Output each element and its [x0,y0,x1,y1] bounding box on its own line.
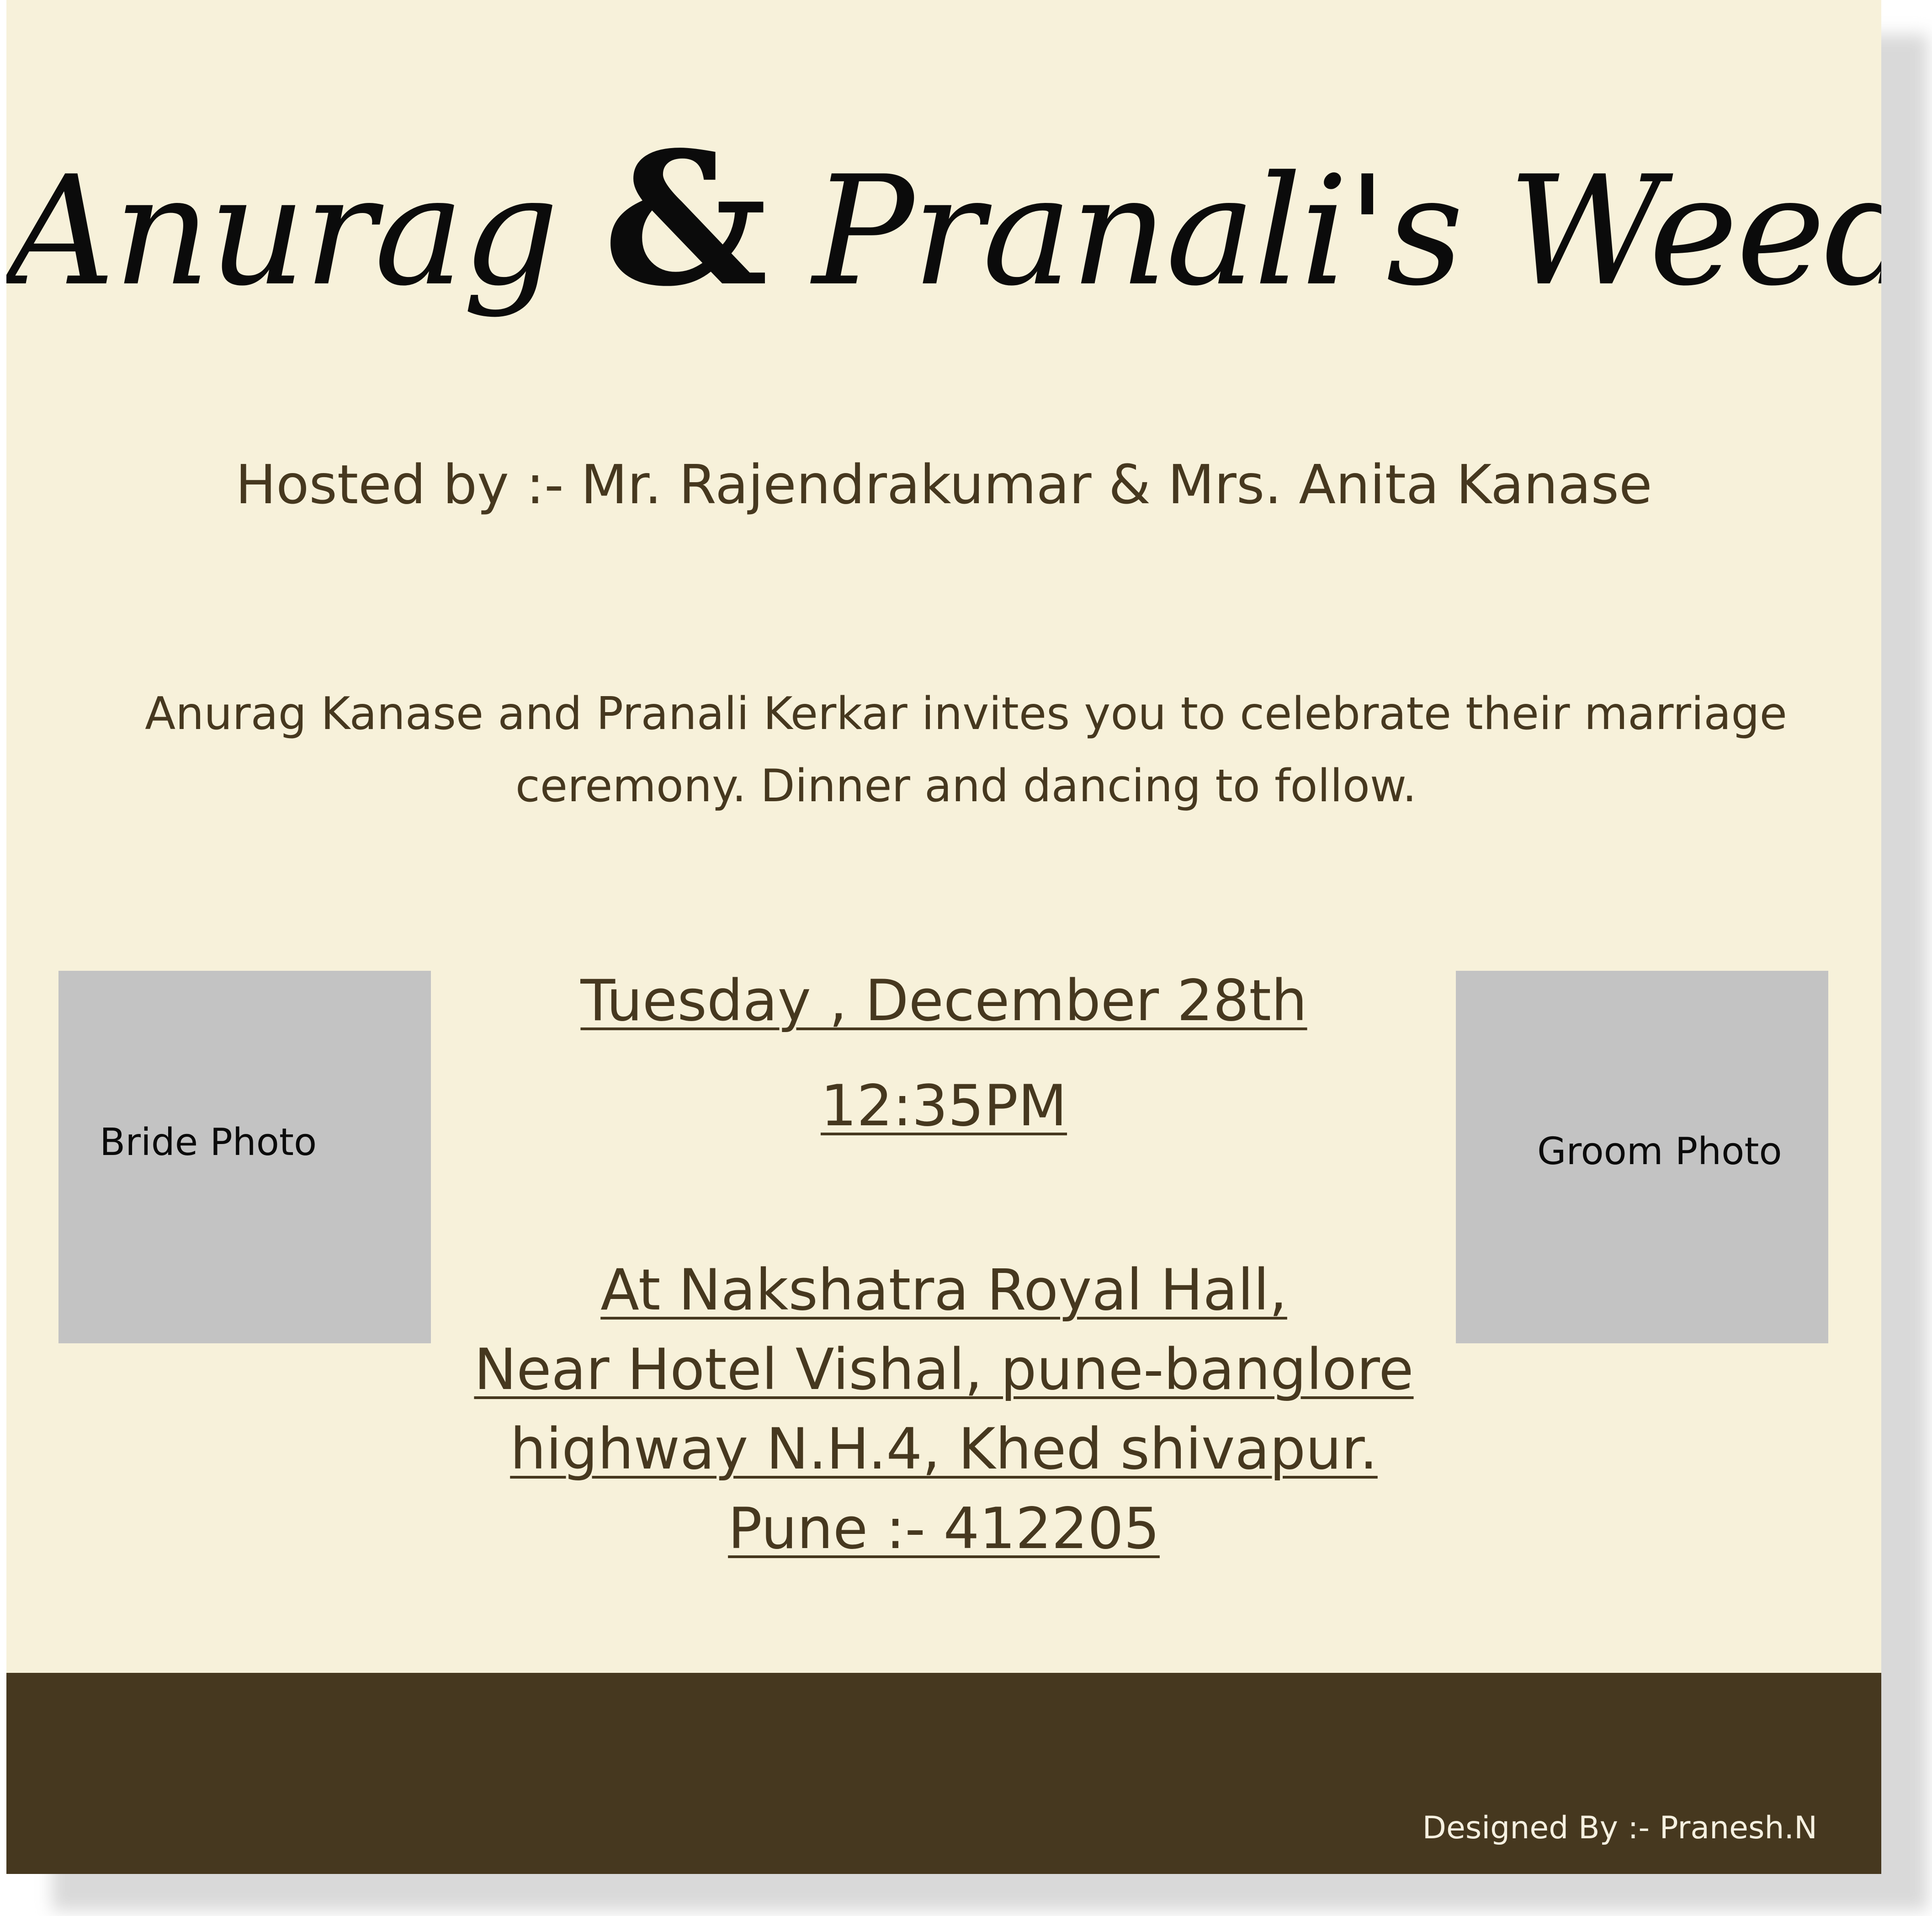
venue-address: At Nakshatra Royal Hall, Near Hotel Vish… [6,1251,1881,1569]
title-groom-name: Anurag [6,144,559,319]
venue-line: highway N.H.4, Khed shivapur. [510,1416,1378,1482]
page: Anurag & Pranali's Weeding Hosted by :- … [0,0,1932,1916]
venue-line: At Nakshatra Royal Hall, [600,1257,1287,1323]
event-time: 12:35PM [820,1073,1067,1139]
designer-credit: Designed By :- Pranesh.N [1422,1810,1817,1846]
venue-line: Pune :- 412205 [728,1496,1160,1562]
title-bride-name: Pranali's Weeding [812,144,1881,319]
title-ampersand: & [603,112,768,327]
event-details: Tuesday , December 28th 12:35PM At Naksh… [6,955,1881,1569]
footer-bar: Designed By :- Pranesh.N [6,1673,1881,1874]
invitation-title: Anurag & Pranali's Weeding [6,123,1881,327]
invite-message: Anurag Kanase and Pranali Kerkar invites… [145,688,1787,812]
venue-line: Near Hotel Vishal, pune-banglore [474,1337,1414,1403]
hosted-by: Hosted by :- Mr. Rajendrakumar & Mrs. An… [235,453,1652,516]
invitation-card: Anurag & Pranali's Weeding Hosted by :- … [6,0,1881,1874]
event-date: Tuesday , December 28th [580,968,1307,1034]
